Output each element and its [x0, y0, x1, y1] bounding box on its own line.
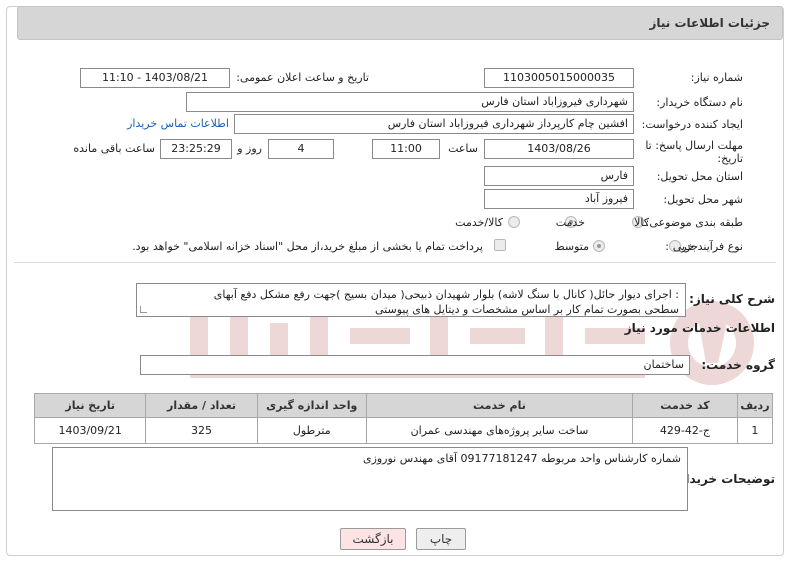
announce-datetime-label: تاریخ و ساعت اعلان عمومی:	[236, 71, 369, 84]
buyer-contact-link[interactable]: اطلاعات تماس خریدار	[127, 117, 229, 130]
summary-textarea[interactable]: : اجرای دیوار حائل( کانال با سنگ لاشه) ب…	[136, 283, 686, 317]
buyer-notes-label: توضیحات خریدار:	[673, 472, 775, 486]
process-option-minor: جزیی	[672, 240, 698, 253]
category-option-goods: کالا	[634, 216, 649, 229]
delivery-city-field[interactable]: فیروز آباد	[484, 189, 634, 209]
remaining-days-field[interactable]: 4	[268, 139, 334, 159]
days-label: روز و	[237, 142, 262, 155]
need-number-field[interactable]: 1103005015000035	[484, 68, 634, 88]
buyer-org-label: نام دستگاه خریدار:	[656, 96, 743, 109]
cell-unit: مترطول	[256, 417, 367, 444]
deadline-label-line1: مهلت ارسال پاسخ: تا	[645, 139, 743, 152]
need-number-label: شماره نیاز:	[690, 71, 743, 84]
page-header: جزئیات اطلاعات نیاز	[17, 6, 783, 40]
process-radio-medium[interactable]	[593, 240, 605, 252]
category-option-service: خدمت	[555, 216, 585, 229]
service-group-label: گروه خدمت:	[701, 358, 775, 372]
announce-datetime-field[interactable]: 1403/08/21 - 11:10	[80, 68, 230, 88]
process-option-medium: متوسط	[554, 240, 589, 253]
cell-date: 1403/09/21	[33, 417, 147, 444]
divider	[14, 262, 776, 263]
table-header-row: ردیف کد خدمت نام خدمت واحد اندازه گیری ت…	[33, 393, 774, 418]
treasury-checkbox[interactable]	[494, 239, 506, 251]
services-table: ردیف کد خدمت نام خدمت واحد اندازه گیری ت…	[33, 393, 774, 444]
buyer-org-field[interactable]: شهرداری فیروزاباد استان فارس	[186, 92, 634, 112]
services-section-title: اطلاعات خدمات مورد نیاز	[624, 321, 775, 335]
col-row: ردیف	[736, 393, 774, 418]
col-unit: واحد اندازه گیری	[256, 393, 367, 418]
delivery-city-label: شهر محل تحویل:	[663, 193, 743, 206]
deadline-time-field[interactable]: 11:00	[372, 139, 440, 159]
summary-line-1: : اجرای دیوار حائل( کانال با سنگ لاشه) ب…	[213, 288, 679, 301]
resize-handle[interactable]	[140, 306, 147, 313]
col-qty: تعداد / مقدار	[145, 393, 258, 418]
category-option-goods-service: کالا/خدمت	[455, 216, 503, 229]
remaining-label: ساعت باقی مانده	[73, 142, 155, 155]
col-date: تاریخ نیاز	[33, 393, 147, 418]
category-label: طبقه بندی موضوعی:	[645, 216, 743, 229]
print-button[interactable]: چاپ	[416, 528, 466, 550]
buyer-notes-text: شماره کارشناس واحد مربوطه 09177181247 آق…	[362, 452, 681, 465]
delivery-province-label: استان محل تحویل:	[656, 170, 743, 183]
page-title: جزئیات اطلاعات نیاز	[649, 16, 770, 30]
category-radio-goods-service[interactable]	[508, 216, 520, 228]
deadline-label-line2: تاریخ:	[717, 152, 743, 165]
deadline-time-label: ساعت	[448, 142, 478, 155]
cell-code: ج-42-429	[632, 417, 738, 444]
requester-label: ایجاد کننده درخواست:	[641, 118, 743, 131]
delivery-province-field[interactable]: فارس	[484, 166, 634, 186]
deadline-date-field[interactable]: 1403/08/26	[484, 139, 634, 159]
remaining-time-field[interactable]: 23:25:29	[160, 139, 232, 159]
cell-row: 1	[736, 417, 774, 444]
treasury-note: پرداخت تمام یا بخشی از مبلغ خرید،از محل …	[132, 240, 483, 253]
service-group-field[interactable]: ساختمان	[140, 355, 690, 375]
cell-qty: 325	[145, 417, 258, 444]
table-row[interactable]: 1 ج-42-429 ساخت سایر پروژه‌های مهندسی عم…	[33, 417, 774, 444]
summary-line-2: سطحی بصورت تمام کار بر اساس مشخصات و دیت…	[374, 303, 679, 316]
col-code: کد خدمت	[632, 393, 738, 418]
cell-name: ساخت سایر پروژه‌های مهندسی عمران	[365, 417, 634, 444]
buyer-notes-textarea[interactable]: شماره کارشناس واحد مربوطه 09177181247 آق…	[52, 447, 688, 511]
summary-label: شرح کلی نیاز:	[689, 292, 775, 306]
col-name: نام خدمت	[365, 393, 634, 418]
requester-field[interactable]: افشین چام کارپرداز شهرداری فیروزاباد است…	[234, 114, 634, 134]
back-button[interactable]: بازگشت	[340, 528, 406, 550]
